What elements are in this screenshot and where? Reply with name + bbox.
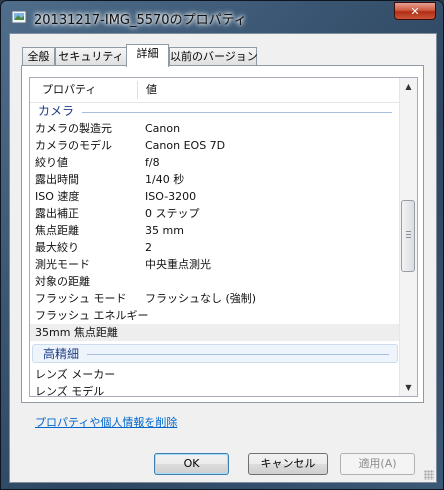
property-value: 35 mm [145,224,184,237]
property-name: ISO 速度 [35,190,80,203]
apply-button[interactable]: 適用(A) [340,453,415,475]
property-name: 対象の距離 [35,275,90,288]
tab-details[interactable]: 詳細 [126,44,169,67]
grip-line [406,237,411,238]
property-name: カメラの製造元 [35,122,112,135]
list-item[interactable]: 最大絞り 2 [30,239,400,256]
list-item[interactable]: カメラの製造元 Canon [30,120,400,137]
property-name: 露出時間 [35,173,79,186]
list-item[interactable]: フラッシュ モード フラッシュなし (強制) [30,290,400,307]
tab-security[interactable]: セキュリティ [55,47,127,66]
scroll-up-icon[interactable]: ▲ [400,78,417,95]
list-item[interactable]: 対象の距離 [30,273,400,290]
property-name: 35mm 焦点距離 [35,326,118,339]
scroll-down-icon[interactable]: ▼ [400,379,417,396]
property-value: Canon EOS 7D [145,139,226,152]
image-file-icon [11,10,27,24]
property-name: 測光モード [35,258,90,271]
ok-button[interactable]: OK [154,453,229,475]
property-value: フラッシュなし (強制) [145,292,257,305]
list-item[interactable]: カメラのモデル Canon EOS 7D [30,137,400,154]
tab-general[interactable]: 全般 [22,47,55,66]
list-item-hovered[interactable]: 35mm 焦点距離 [30,324,400,341]
property-value: 1/40 秒 [145,173,185,186]
group-header-camera[interactable]: カメラ [30,103,400,120]
list-item[interactable]: フラッシュ エネルギー [30,307,400,324]
property-name: フラッシュ エネルギー [35,309,149,322]
list-item[interactable]: 露出補正 0 ステップ [30,205,400,222]
property-value: 2 [145,241,152,254]
list-item[interactable]: レンズ モデル [30,383,400,397]
list-item[interactable]: 測光モード 中央重点測光 [30,256,400,273]
list-item[interactable]: 焦点距離 35 mm [30,222,400,239]
property-value: Canon [145,122,181,135]
property-value: 0 ステップ [145,207,200,220]
grip-line [406,231,411,232]
group-divider [87,354,389,355]
property-list[interactable]: プロパティ 値 カメラ カメラの製造元 Canon カメラのモデル Canon EO… [29,77,418,397]
list-item[interactable]: 絞り値 f/8 [30,154,400,171]
properties-window: 20131217-IMG_5570のプロパティ ✕ 全般 セキュリティ 詳細 以… [0,0,444,490]
property-name: レンズ メーカー [35,368,116,381]
property-name: レンズ モデル [35,385,105,397]
list-item[interactable]: 露出時間 1/40 秒 [30,171,400,188]
property-name: フラッシュ モード [35,292,127,305]
group-title: 高精細 [43,347,80,361]
tab-previous-versions[interactable]: 以前のバージョン [169,47,258,66]
property-value: ISO-3200 [145,190,197,203]
dialog-body: 全般 セキュリティ 詳細 以前のバージョン プロパティ 値 カメラ カメラの製造… [9,33,437,483]
property-name: 露出補正 [35,207,79,220]
window-title: 20131217-IMG_5570のプロパティ [34,13,247,28]
property-name: 最大絞り [35,241,79,254]
group-header-advanced[interactable]: 高精細 [32,344,398,363]
resize-grip[interactable] [424,470,434,480]
property-value: f/8 [145,156,160,169]
list-header: プロパティ 値 [30,78,400,103]
column-header-value[interactable]: 値 [146,78,157,102]
vertical-scrollbar[interactable]: ▲ ▼ [399,78,417,396]
property-name: 焦点距離 [35,224,79,237]
remove-properties-link[interactable]: プロパティや個人情報を削除 [35,414,177,430]
cancel-button[interactable]: キャンセル [248,453,328,475]
list-item[interactable]: ISO 速度 ISO-3200 [30,188,400,205]
property-name: カメラのモデル [35,139,112,152]
column-divider[interactable] [137,81,138,99]
details-panel: プロパティ 値 カメラ カメラの製造元 Canon カメラのモデル Canon EO… [21,65,424,403]
grip-line [406,234,411,235]
group-divider [82,112,392,113]
list-rows: カメラ カメラの製造元 Canon カメラのモデル Canon EOS 7D 絞り値… [30,103,400,397]
column-header-property[interactable]: プロパティ [42,78,96,102]
close-button[interactable]: ✕ [394,2,436,20]
list-item[interactable]: レンズ メーカー [30,366,400,383]
property-name: 絞り値 [35,156,68,169]
scrollbar-thumb[interactable] [401,200,415,272]
title-bar[interactable]: 20131217-IMG_5570のプロパティ ✕ [1,1,443,33]
group-title: カメラ [38,104,75,118]
property-value: 中央重点測光 [145,258,211,271]
